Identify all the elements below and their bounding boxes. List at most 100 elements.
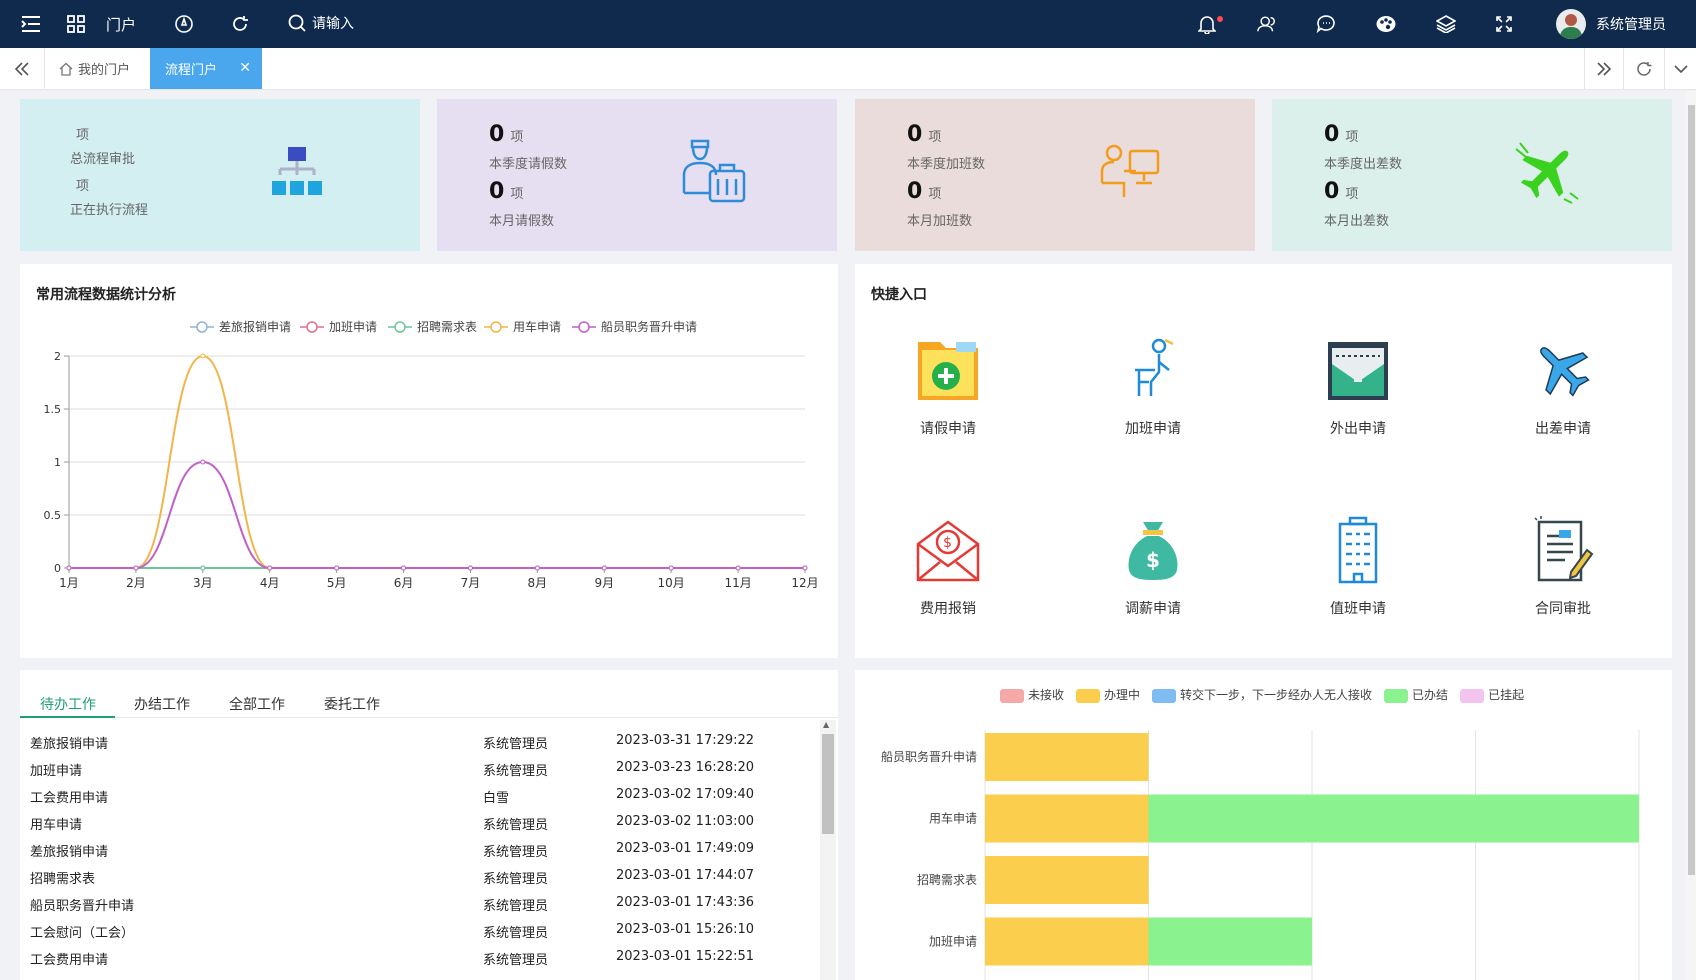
work-list-row[interactable]: 工会费用申请 系统管理员 2023-03-01 15:22:51	[30, 949, 770, 976]
process-name[interactable]: 加班申请	[30, 760, 82, 779]
fullscreen-icon[interactable]	[1494, 14, 1514, 34]
user-menu[interactable]: 系统管理员	[1556, 9, 1666, 39]
work-tabs: 待办工作 办结工作 全部工作 委托工作	[20, 682, 838, 718]
unit-label: 项	[928, 130, 942, 145]
x-tick-label: 3月	[193, 576, 213, 590]
work-list-row[interactable]: 加班申请 系统管理员 2023-03-23 16:28:20	[30, 760, 770, 787]
close-tab-icon[interactable]: ✕	[239, 60, 251, 76]
quick-outing-request[interactable]: 外出申请	[1288, 336, 1428, 438]
handler-name: 系统管理员	[483, 953, 549, 968]
process-name[interactable]: 招聘需求表	[30, 868, 95, 887]
category-label: 用车申请	[929, 811, 977, 826]
scrollbar-thumb[interactable]	[822, 734, 834, 834]
x-tick-label: 4月	[260, 576, 280, 590]
chat-icon[interactable]	[1316, 14, 1336, 34]
work-list-card: 待办工作 办结工作 全部工作 委托工作 差旅报销申请 系统管理员 2023-03-3…	[20, 670, 838, 980]
quick-expense-reimbursement[interactable]: $ 费用报销	[878, 516, 1018, 618]
double-chevron-left-icon	[15, 61, 29, 76]
data-point	[601, 565, 607, 571]
quick-contract-approval[interactable]: 合同审批	[1493, 516, 1633, 618]
refresh-tab-button[interactable]	[1624, 48, 1664, 89]
submit-time: 2023-03-02 11:03:00	[616, 814, 755, 829]
work-list-scrollbar[interactable]: ▲	[820, 720, 836, 980]
tab-finished[interactable]: 办结工作	[134, 694, 190, 714]
svg-text:$: $	[943, 535, 952, 551]
refresh-icon[interactable]	[230, 14, 250, 34]
process-name[interactable]: 船员职务晋升申请	[30, 895, 134, 914]
layers-icon[interactable]	[1436, 14, 1456, 34]
x-tick-label: 7月	[461, 576, 481, 590]
compass-icon[interactable]	[174, 14, 194, 34]
work-list-row[interactable]: 工会慰问（工会） 系统管理员 2023-03-01 15:26:10	[30, 922, 770, 949]
unit-label: 项	[1345, 187, 1359, 202]
apps-grid-icon[interactable]	[66, 14, 86, 34]
legend-label: 加班申请	[329, 320, 377, 334]
legend-label: 船员职务晋升申请	[601, 319, 697, 334]
legend-label: 用车申请	[513, 319, 561, 334]
legend-marker	[196, 321, 208, 333]
process-name[interactable]: 差旅报销申请	[30, 841, 108, 860]
quick-salary-adjustment[interactable]: $ 调薪申请	[1083, 516, 1223, 618]
tab-delegated[interactable]: 委托工作	[324, 694, 380, 714]
quick-item-label: 费用报销	[920, 601, 976, 617]
process-name[interactable]: 用车申请	[30, 814, 82, 833]
bar-segment	[985, 917, 1149, 966]
work-list-row[interactable]: 差旅报销申请 系统管理员 2023-03-31 17:29:22	[30, 733, 770, 760]
user-name: 系统管理员	[1596, 17, 1666, 33]
y-tick-label: 2	[54, 350, 61, 363]
work-list-row[interactable]: 工会费用申请 白雪 2023-03-02 17:09:40	[30, 787, 770, 814]
quick-overtime-request[interactable]: 加班申请	[1083, 336, 1223, 438]
data-point	[200, 565, 206, 571]
unit-label: 项	[76, 179, 90, 194]
process-name[interactable]: 工会慰问（工会）	[30, 922, 134, 941]
process-status-card: 未接收 办理中 转交下一步，下一步经办人无人接收 已办结 已挂起 船员职务晋升申请 用车申…	[855, 670, 1672, 980]
unit-label: 项	[510, 187, 524, 202]
process-name[interactable]: 差旅报销申请	[30, 733, 108, 752]
legend-marker	[394, 321, 406, 333]
quarter-leave-label: 本季度请假数	[489, 157, 568, 172]
scroll-tabs-left-button[interactable]	[0, 48, 44, 89]
submit-time: 2023-03-01 17:43:36	[616, 895, 755, 910]
work-list-row[interactable]: 船员职务晋升申请 系统管理员 2023-03-01 17:43:36	[30, 895, 770, 922]
process-name[interactable]: 工会费用申请	[30, 949, 108, 968]
quick-item-label: 加班申请	[1125, 421, 1181, 437]
category-label: 加班申请	[929, 935, 977, 949]
menu-toggle-icon[interactable]	[21, 14, 41, 34]
search-placeholder: 请输入	[312, 16, 354, 32]
contacts-icon[interactable]	[1257, 14, 1277, 34]
traveler-luggage-icon	[682, 139, 746, 203]
tab-process-portal[interactable]: 流程门户 ✕	[150, 48, 262, 89]
work-list-row[interactable]: 招聘需求表 系统管理员 2023-03-01 17:44:07	[30, 868, 770, 895]
quick-business-trip-request[interactable]: 出差申请	[1493, 336, 1633, 438]
process-name[interactable]: 工会费用申请	[30, 787, 108, 806]
page-scrollbar[interactable]	[1686, 91, 1696, 980]
portal-brand[interactable]: 门户	[106, 14, 136, 35]
tab-all[interactable]: 全部工作	[229, 694, 285, 714]
quick-item-label: 出差申请	[1535, 421, 1591, 437]
month-trip-label: 本月出差数	[1324, 214, 1390, 229]
folder-add-icon	[918, 342, 978, 400]
tab-todo[interactable]: 待办工作	[40, 694, 96, 714]
bell-icon[interactable]	[1197, 14, 1217, 34]
y-tick-label: 0.5	[44, 509, 62, 522]
stat-card-process: 项 总流程审批 项 正在执行流程	[20, 99, 420, 251]
theme-palette-icon[interactable]	[1376, 14, 1396, 34]
tab-options-dropdown[interactable]	[1665, 48, 1696, 89]
page-scrollbar-thumb[interactable]	[1688, 105, 1695, 875]
x-tick-label: 6月	[394, 576, 414, 590]
work-list-row[interactable]: 用车申请 系统管理员 2023-03-02 11:03:00	[30, 814, 770, 841]
double-chevron-right-icon	[1597, 61, 1611, 76]
legend-marker	[306, 321, 318, 333]
airplane-icon	[1515, 142, 1579, 204]
unit-label: 项	[928, 187, 942, 202]
data-point	[735, 565, 741, 571]
legend-marker	[578, 321, 590, 333]
tab-my-portal[interactable]: 我的门户	[45, 48, 150, 89]
search-icon	[288, 14, 306, 32]
top-search[interactable]: 请输入	[288, 13, 354, 33]
quick-duty-request[interactable]: 值班申请	[1288, 516, 1428, 618]
scroll-tabs-right-button[interactable]	[1585, 48, 1623, 89]
quick-leave-request[interactable]: 请假申请	[878, 336, 1018, 438]
work-list-row[interactable]: 差旅报销申请 系统管理员 2023-03-01 17:49:09	[30, 841, 770, 868]
quarter-leave-value: 0	[489, 122, 505, 147]
